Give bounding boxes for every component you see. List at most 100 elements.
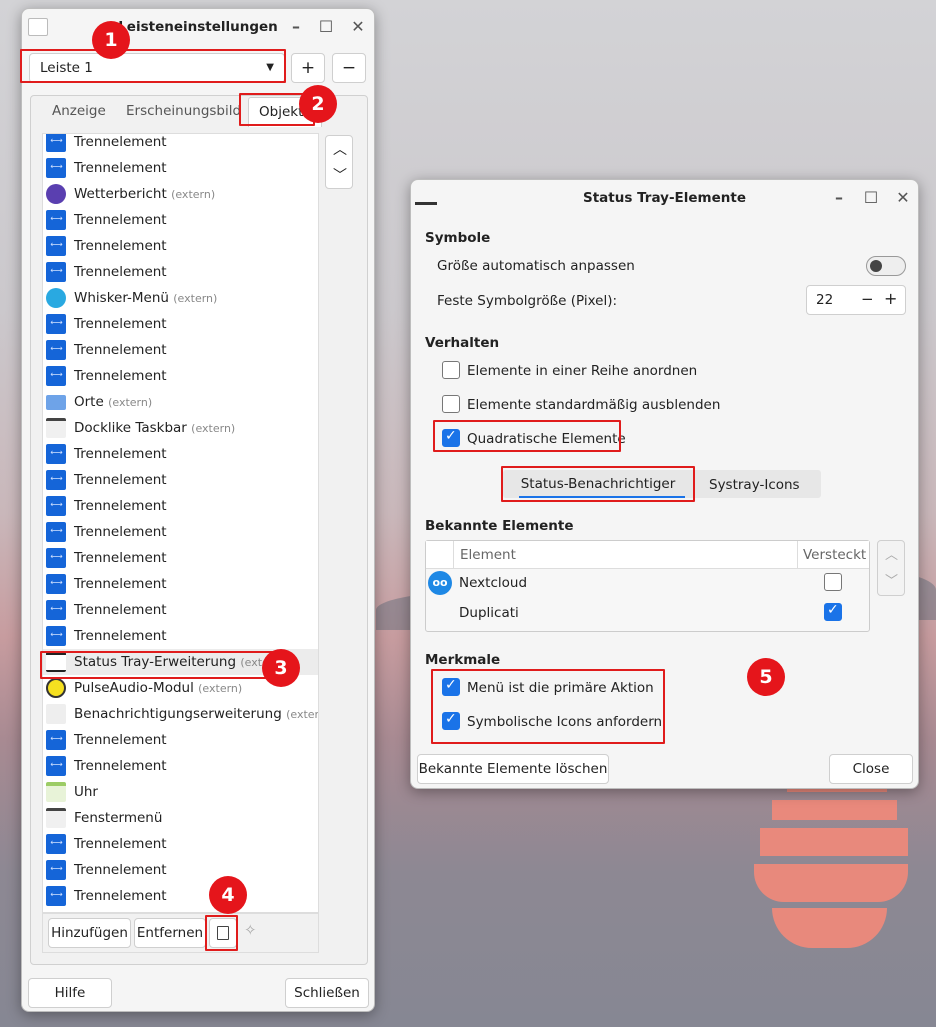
auto-size-toggle[interactable] xyxy=(866,256,906,276)
item-about-icon[interactable]: ✧ xyxy=(244,921,257,939)
list-item[interactable]: Trennelement xyxy=(43,544,318,571)
list-item[interactable]: Wetterbericht (extern) xyxy=(43,181,318,208)
remove-panel-button[interactable]: − xyxy=(332,53,366,83)
list-item[interactable]: Benachrichtigungserweiterung (extern) xyxy=(43,701,318,727)
list-item-name: PulseAudio-Modul xyxy=(74,680,194,696)
list-item-name: Trennelement xyxy=(74,758,167,774)
list-item-name: Trennelement xyxy=(74,134,167,150)
window-title: Leisteneinstellungen xyxy=(118,19,278,35)
list-item[interactable]: Orte (extern) xyxy=(43,389,318,416)
known-item-hidden-checkbox[interactable] xyxy=(824,602,842,621)
close-icon[interactable]: ✕ xyxy=(344,9,372,45)
list-item-name: Uhr xyxy=(74,784,98,800)
whisker-menu-icon xyxy=(46,288,66,308)
list-item-name: Trennelement xyxy=(74,368,167,384)
gear-icon xyxy=(46,808,66,828)
dialog-maximize-icon[interactable]: ☐ xyxy=(857,180,885,216)
add-panel-button[interactable]: + xyxy=(291,53,325,83)
list-item[interactable]: Trennelement xyxy=(43,154,318,181)
dialog-close-button[interactable]: Close xyxy=(829,754,913,784)
close-button[interactable]: Schließen xyxy=(285,978,369,1008)
list-item[interactable]: Whisker-Menü (extern) xyxy=(43,285,318,311)
separator-icon xyxy=(46,518,66,544)
list-item[interactable]: Trennelement xyxy=(43,466,318,493)
dialog-titlebar: Status Tray-Elemente – ☐ ✕ xyxy=(411,180,918,216)
list-item-ext: (extern) xyxy=(171,188,216,201)
dialog-title: Status Tray-Elemente xyxy=(582,190,746,206)
increment-icon[interactable]: + xyxy=(884,289,897,308)
known-item-hidden-checkbox[interactable] xyxy=(824,573,842,591)
section-behavior: Verhalten xyxy=(425,335,500,351)
list-item[interactable]: Trennelement xyxy=(43,492,318,520)
list-item[interactable]: Trennelement xyxy=(43,206,318,234)
list-item[interactable]: Docklike Taskbar (extern) xyxy=(43,415,318,442)
list-item[interactable]: Fenstermenü xyxy=(43,805,318,831)
col-hidden[interactable]: Versteckt xyxy=(803,547,866,563)
minimize-icon[interactable]: – xyxy=(282,9,310,45)
dialog-close-icon[interactable]: ✕ xyxy=(889,180,917,216)
list-item[interactable]: Trennelement xyxy=(43,596,318,623)
list-item[interactable]: Trennelement xyxy=(43,622,318,650)
list-item-label: Trennelement xyxy=(74,623,167,650)
list-item-ext: (extern) xyxy=(198,682,243,695)
separator-icon xyxy=(46,856,66,882)
list-item-name: Orte xyxy=(74,394,104,410)
clock-icon xyxy=(46,782,66,802)
list-item[interactable]: Trennelement xyxy=(43,232,318,259)
list-item[interactable]: Trennelement xyxy=(43,752,318,779)
list-item-name: Fenstermenü xyxy=(74,810,163,826)
row-checkbox[interactable] xyxy=(442,361,460,379)
separator-icon xyxy=(46,752,66,778)
list-item[interactable]: Trennelement xyxy=(43,310,318,337)
list-item[interactable]: Trennelement xyxy=(43,726,318,753)
list-item[interactable]: Trennelement xyxy=(43,856,318,883)
list-item[interactable]: Uhr xyxy=(43,779,318,805)
remove-item-button[interactable]: Entfernen xyxy=(134,918,206,948)
fixed-size-spinner[interactable]: 22 − + xyxy=(806,285,906,315)
separator-icon xyxy=(46,206,66,232)
plugin-list[interactable]: Trennelement Trennelement Wetterbericht … xyxy=(42,133,319,913)
list-item-name: Trennelement xyxy=(74,342,167,358)
separator-icon xyxy=(46,134,66,154)
list-item-label: Wetterbericht (extern) xyxy=(74,181,215,208)
dialog-minimize-icon[interactable]: – xyxy=(825,180,853,216)
list-item[interactable]: Trennelement xyxy=(43,882,318,909)
decrement-icon[interactable]: − xyxy=(861,290,874,308)
toggle-knob xyxy=(870,260,882,272)
list-item[interactable]: Trennelement xyxy=(43,830,318,858)
list-item[interactable]: Trennelement xyxy=(43,440,318,467)
list-item-label: Trennelement xyxy=(74,831,167,858)
list-item-name: Trennelement xyxy=(74,264,167,280)
weather-icon xyxy=(46,184,66,204)
add-item-button[interactable]: Hinzufügen xyxy=(48,918,131,948)
list-item-label: Trennelement xyxy=(74,207,167,234)
highlight-status-tray xyxy=(40,651,277,679)
col-element[interactable]: Element xyxy=(460,547,516,563)
auto-size-label: Größe automatisch anpassen xyxy=(437,258,635,274)
list-item-label: Trennelement xyxy=(74,337,167,364)
separator-icon xyxy=(46,258,66,284)
list-item[interactable]: Trennelement xyxy=(43,336,318,364)
hide-checkbox[interactable] xyxy=(442,395,460,413)
tab-systray-icons[interactable]: Systray-Icons xyxy=(709,477,800,493)
list-item-label: Orte (extern) xyxy=(74,389,152,416)
badge: 5 xyxy=(747,658,785,696)
list-item[interactable]: Trennelement xyxy=(43,362,318,389)
list-item[interactable]: Trennelement xyxy=(43,258,318,285)
separator-icon xyxy=(46,726,66,752)
tab-erscheinungsbild[interactable]: Erscheinungsbild xyxy=(126,103,241,119)
list-item-name: Whisker-Menü xyxy=(74,290,169,306)
maximize-icon[interactable]: ☐ xyxy=(312,9,340,45)
list-item[interactable]: Trennelement xyxy=(43,134,318,155)
list-item[interactable]: Trennelement xyxy=(43,570,318,597)
list-item-label: Trennelement xyxy=(74,493,167,520)
list-item[interactable]: Trennelement xyxy=(43,518,318,545)
help-button[interactable]: Hilfe xyxy=(28,978,112,1008)
clear-known-button[interactable]: Bekannte Elemente löschen xyxy=(417,754,609,784)
list-item-label: PulseAudio-Modul (extern) xyxy=(74,675,242,702)
tab-anzeige[interactable]: Anzeige xyxy=(52,103,106,119)
list-item-name: Trennelement xyxy=(74,836,167,852)
list-item-label: Docklike Taskbar (extern) xyxy=(74,415,235,442)
list-item-name: Trennelement xyxy=(74,524,167,540)
badge: 3 xyxy=(262,649,300,687)
